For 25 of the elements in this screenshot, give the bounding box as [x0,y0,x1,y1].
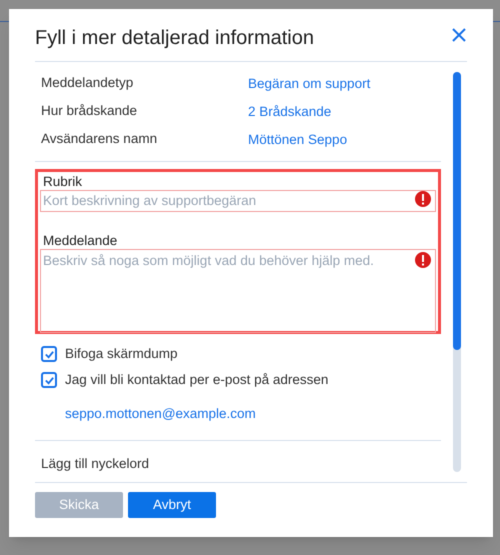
field-label: Rubrik [42,174,84,190]
field-value[interactable]: Möttönen Seppo [248,127,348,151]
email-link[interactable]: seppo.mottonen@example.com [65,406,256,421]
checkbox-label: Bifoga skärmdump [65,344,178,363]
text-area[interactable]: Beskriv så noga som möjligt vad du behöver hjälp med. [40,249,436,333]
checkmark-icon [44,374,54,386]
error-icon [415,252,431,268]
placeholder-text: Beskriv så noga som möjligt vad du behöver hjälp med. [42,252,375,270]
placeholder-text: Kort beskrivning av supportbegäran [42,192,258,210]
cancel-button[interactable]: Avbryt [128,492,216,518]
field-label: Meddelandetyp [40,74,134,92]
checkbox[interactable] [41,372,57,388]
dialog-title: Fyll i mer detaljerad information [35,26,314,51]
checkbox-label: Jag vill bli kontaktad per e-post på adressen [65,370,328,389]
error-icon [415,191,431,207]
field-value[interactable]: Begäran om support [248,71,370,95]
field-value[interactable]: 2 Brådskande [248,99,332,123]
add-keywords-link[interactable]: Lägg till nyckelord [41,456,150,471]
field-label: Avsändarens namn [40,130,158,148]
field-label: Meddelande [42,233,118,249]
scrollbar[interactable] [453,72,461,472]
checkmark-icon [44,348,54,360]
field-label: Hur brådskande [40,102,138,120]
input-field[interactable]: Kort beskrivning av supportbegäran [40,190,436,212]
checkbox[interactable] [41,346,57,362]
